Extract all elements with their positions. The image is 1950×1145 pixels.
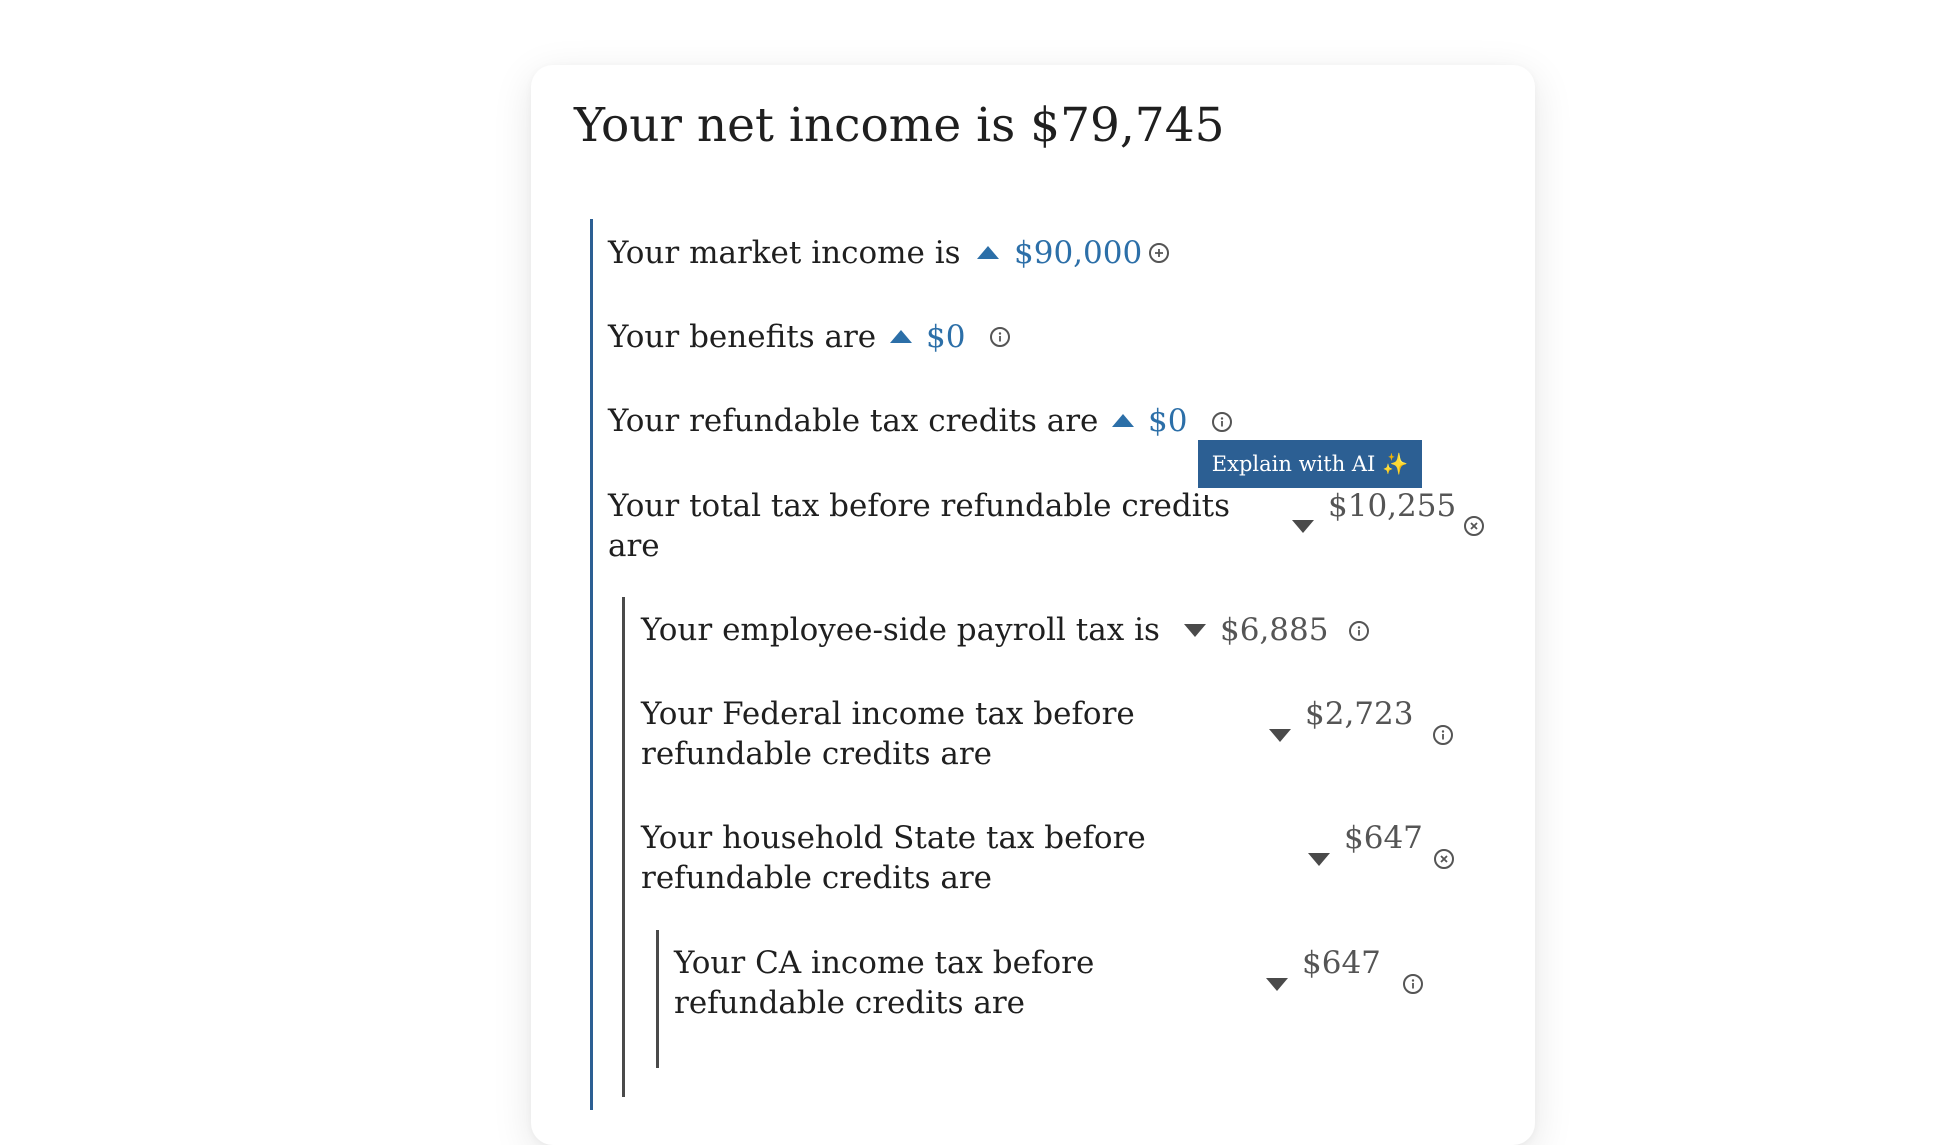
page-title: Your net income is $79,745 [574,98,1225,153]
market-income-value: $90,000 [1014,235,1143,271]
triangle-up-icon [890,330,912,343]
ca-tax-label: Your CA income tax before refundable cre… [674,945,1095,1021]
market-income-label: Your market income is [608,235,961,271]
info-icon[interactable] [990,327,1010,347]
total-tax-value: $10,255 [1328,488,1457,524]
refundable-credits-value: $0 [1148,403,1188,439]
info-icon[interactable] [1349,621,1369,641]
benefits-value: $0 [926,319,966,355]
triangle-down-icon [1269,729,1291,742]
tree-line-level-2 [622,597,625,1097]
benefits-label: Your benefits are [608,319,877,355]
payroll-tax-value: $6,885 [1220,612,1329,648]
refundable-credits-label: Your refundable tax credits are [608,403,1099,439]
federal-tax-value: $2,723 [1305,696,1414,732]
tree-line-level-1 [590,219,593,1110]
triangle-down-icon [1292,520,1314,533]
federal-tax-label: Your Federal income tax before refundabl… [641,696,1135,772]
info-icon[interactable] [1212,412,1232,432]
state-tax-label: Your household State tax before refundab… [641,820,1146,896]
close-circle-icon[interactable] [1434,849,1454,869]
state-tax-value: $647 [1344,820,1423,856]
close-circle-icon[interactable] [1464,516,1484,536]
ca-tax-value: $647 [1302,945,1381,981]
expand-plus-icon[interactable] [1149,243,1169,263]
tree-line-level-3 [656,930,659,1068]
triangle-down-icon [1184,624,1206,637]
triangle-down-icon [1266,978,1288,991]
info-icon[interactable] [1403,974,1423,994]
triangle-down-icon [1308,853,1330,866]
explain-with-ai-button[interactable]: Explain with AI ✨ [1198,440,1422,488]
info-icon[interactable] [1433,725,1453,745]
payroll-tax-label: Your employee-side payroll tax is [641,612,1160,648]
total-tax-label: Your total tax before refundable credits… [608,488,1231,564]
triangle-up-icon [977,246,999,259]
triangle-up-icon [1112,414,1134,427]
